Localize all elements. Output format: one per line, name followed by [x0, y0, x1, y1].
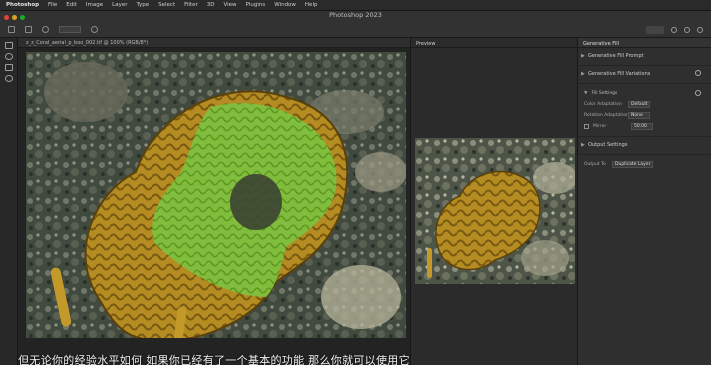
- rotation-adaptation-select[interactable]: None: [628, 112, 650, 119]
- app-title: Photoshop 2023: [329, 11, 382, 19]
- preview-image[interactable]: [415, 138, 575, 284]
- chevron-right-icon: ▶: [581, 142, 585, 148]
- options-right: [646, 26, 703, 34]
- preview-panel-title: Preview: [411, 38, 577, 48]
- menu-image[interactable]: Image: [86, 2, 103, 8]
- tools-panel: [0, 38, 18, 365]
- menu-3d[interactable]: 3D: [207, 2, 215, 8]
- menu-bar: Photoshop File Edit Image Layer Type Sel…: [0, 0, 711, 11]
- menu-file[interactable]: File: [48, 2, 57, 8]
- menu-view[interactable]: View: [223, 2, 236, 8]
- menu-type[interactable]: Type: [137, 2, 150, 8]
- color-adaptation-row: Color Adaptation Default: [584, 99, 705, 110]
- menu-window[interactable]: Window: [274, 2, 296, 8]
- tool-options: [8, 26, 98, 33]
- brush-size-field[interactable]: [59, 26, 81, 33]
- search-icon[interactable]: [671, 27, 677, 33]
- rotation-adaptation-row: Rotation Adaptation None: [584, 110, 705, 121]
- options-bar: Photoshop 2023: [0, 11, 711, 38]
- menu-help[interactable]: Help: [305, 2, 318, 8]
- document-canvas[interactable]: [26, 52, 406, 338]
- mirror-checkbox[interactable]: [584, 124, 589, 129]
- brush-icon[interactable]: [25, 26, 32, 33]
- menu-filter[interactable]: Filter: [184, 2, 198, 8]
- output-to-row: Output To Duplicate Layer: [584, 159, 705, 170]
- section-output[interactable]: ▶ Output Settings: [578, 137, 711, 155]
- menu-items: Photoshop File Edit Image Layer Type Sel…: [6, 2, 317, 8]
- menu-layer[interactable]: Layer: [112, 2, 127, 8]
- coral-photo: [26, 52, 406, 338]
- fill-settings-label: Fill Settings: [591, 91, 618, 96]
- chevron-right-icon: ▶: [581, 71, 585, 77]
- mirror-value-field[interactable]: 50.00: [631, 123, 653, 130]
- brush-tool-icon[interactable]: [5, 64, 13, 71]
- document-tab[interactable]: z_z_Coral_aerial_p_boo_002.tif @ 100% (R…: [18, 38, 410, 48]
- canvas-area: 但无论你的经验水平如何 如果你已经有了一个基本的功能 那么你就可以使用它: [18, 48, 410, 365]
- lasso-tool-icon[interactable]: [5, 53, 13, 60]
- workspace-icon[interactable]: [684, 27, 690, 33]
- zoom-tool-icon[interactable]: [5, 75, 13, 82]
- move-tool-icon[interactable]: [5, 42, 13, 49]
- section-variations-label: Generative Fill Variations: [588, 71, 651, 77]
- lasso-icon[interactable]: [42, 26, 49, 33]
- refresh-icon[interactable]: [695, 70, 701, 76]
- home-icon[interactable]: [8, 26, 15, 33]
- section-prompt-label: Generative Fill Prompt: [588, 53, 644, 59]
- options-icon[interactable]: [91, 26, 98, 33]
- output-to-label: Output To: [584, 162, 606, 167]
- color-adaptation-label: Color Adaptation: [584, 102, 622, 107]
- share-button[interactable]: [646, 26, 664, 34]
- output-block: Output To Duplicate Layer: [578, 155, 711, 174]
- menu-select[interactable]: Select: [158, 2, 175, 8]
- section-variations[interactable]: ▶ Generative Fill Variations: [578, 66, 711, 84]
- rotation-adaptation-label: Rotation Adaptation: [584, 113, 629, 118]
- fill-settings-block: ▼ Fill Settings Color Adaptation Default…: [578, 84, 711, 137]
- properties-panel: Generative Fill ▶ Generative Fill Prompt…: [578, 38, 711, 365]
- video-subtitle: 但无论你的经验水平如何 如果你已经有了一个基本的功能 那么你就可以使用它: [18, 354, 410, 365]
- share-icon[interactable]: [697, 27, 703, 33]
- chevron-down-icon: ▼: [584, 91, 588, 96]
- fill-settings-header[interactable]: ▼ Fill Settings: [584, 88, 705, 99]
- chevron-right-icon: ▶: [581, 53, 585, 59]
- properties-panel-title: Generative Fill: [578, 38, 711, 48]
- coral-preview: [415, 138, 575, 284]
- section-output-label: Output Settings: [588, 142, 628, 148]
- mirror-label: Mirror: [593, 124, 607, 129]
- mirror-row: Mirror 50.00: [584, 121, 705, 132]
- section-prompt[interactable]: ▶ Generative Fill Prompt: [578, 48, 711, 66]
- preview-panel: Preview: [410, 38, 578, 365]
- menu-edit[interactable]: Edit: [66, 2, 77, 8]
- reset-icon[interactable]: [695, 90, 701, 96]
- menu-photoshop[interactable]: Photoshop: [6, 2, 39, 8]
- output-to-select[interactable]: Duplicate Layer: [612, 161, 654, 168]
- menu-plugins[interactable]: Plugins: [246, 2, 266, 8]
- color-adaptation-select[interactable]: Default: [628, 101, 651, 108]
